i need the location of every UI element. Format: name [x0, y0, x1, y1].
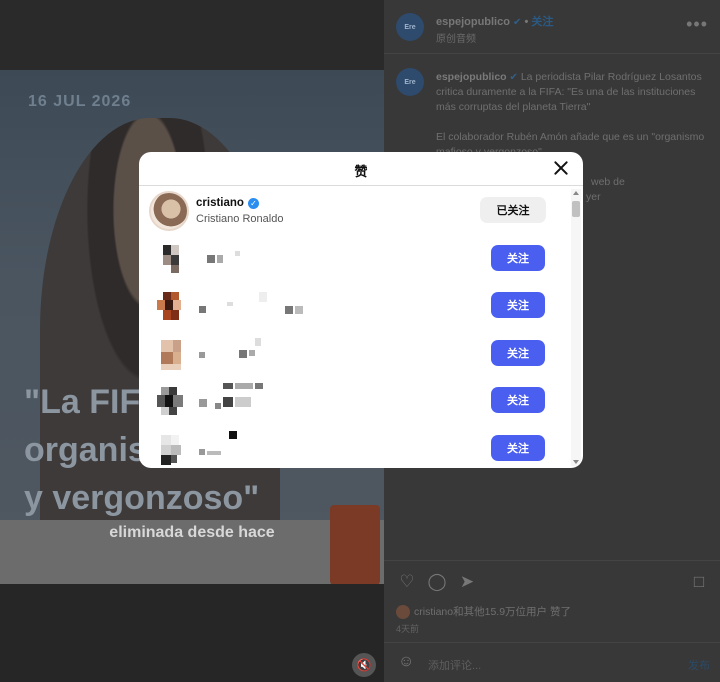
- media-top-area: [0, 0, 384, 70]
- likers-list[interactable]: cristiano ✓ Cristiano Ronaldo 已关注 关注 关注 …: [139, 187, 571, 468]
- following-button[interactable]: 已关注: [480, 197, 546, 223]
- likes-summary[interactable]: cristiano和其他15.9万位用户 赞了: [396, 604, 571, 619]
- post-actions: ♡ ◯ ➤ □: [384, 560, 720, 600]
- likes-dialog: 赞 cristiano ✓ Cristiano Ronaldo 已关注 关注 关…: [139, 152, 583, 468]
- follow-button[interactable]: 关注: [491, 292, 545, 319]
- heart-icon[interactable]: ♡: [396, 571, 418, 593]
- scroll-up-icon[interactable]: [573, 191, 579, 195]
- audio-label[interactable]: 原创音频: [436, 30, 476, 45]
- list-item[interactable]: 关注: [139, 377, 571, 425]
- avatar[interactable]: [149, 238, 189, 279]
- post-header: Ere espejopublico ✔ • 关注 原创音频 •••: [384, 0, 720, 54]
- avatar[interactable]: [149, 381, 189, 422]
- video-date-overlay: 16 JUL 2026: [28, 93, 132, 110]
- video-cup: [330, 505, 380, 585]
- more-options-icon[interactable]: •••: [686, 14, 708, 35]
- avatar[interactable]: [149, 333, 189, 374]
- verified-icon: ✓: [247, 197, 259, 209]
- verified-icon: ✔: [509, 72, 518, 83]
- follow-button[interactable]: 关注: [491, 387, 545, 414]
- follow-button[interactable]: 关注: [491, 434, 545, 461]
- list-item[interactable]: 关注: [139, 330, 571, 378]
- liker-avatar: [396, 604, 410, 619]
- follow-link[interactable]: 关注: [531, 16, 553, 28]
- post-time: 4天前: [396, 624, 420, 634]
- list-item[interactable]: 关注: [139, 235, 571, 283]
- avatar[interactable]: [149, 286, 189, 327]
- media-bottom-area: [0, 584, 384, 682]
- caption-author-avatar[interactable]: Ere: [396, 68, 424, 96]
- verified-icon: ✔: [513, 17, 522, 28]
- caption-author[interactable]: espejopublico: [436, 71, 507, 83]
- dialog-title: 赞: [354, 164, 368, 179]
- scrollbar[interactable]: [571, 189, 581, 466]
- video-caption-overlay: eliminada desde hace: [109, 524, 275, 541]
- list-item[interactable]: cristiano ✓ Cristiano Ronaldo 已关注: [139, 187, 571, 235]
- scroll-down-icon[interactable]: [573, 460, 579, 464]
- emoji-icon[interactable]: ☺: [398, 653, 414, 671]
- comment-bar: ☺ 添加评论... 发布: [384, 642, 720, 682]
- follow-button[interactable]: 关注: [491, 244, 545, 271]
- username[interactable]: cristiano ✓: [196, 197, 259, 209]
- avatar[interactable]: [149, 428, 189, 468]
- dialog-header: 赞: [139, 152, 583, 186]
- follow-button[interactable]: 关注: [491, 339, 545, 366]
- full-name: Cristiano Ronaldo: [196, 213, 284, 225]
- author-name[interactable]: espejopublico: [436, 16, 510, 28]
- bookmark-icon[interactable]: □: [688, 571, 710, 593]
- post-comment-button[interactable]: 发布: [688, 657, 710, 673]
- author-line: espejopublico ✔ • 关注: [436, 16, 554, 28]
- scroll-thumb[interactable]: [572, 201, 580, 217]
- close-icon[interactable]: [551, 158, 571, 178]
- comment-icon[interactable]: ◯: [426, 571, 448, 593]
- share-icon[interactable]: ➤: [456, 571, 478, 593]
- avatar[interactable]: [149, 191, 189, 231]
- likes-text[interactable]: cristiano和其他15.9万位用户 赞了: [414, 604, 571, 619]
- author-avatar[interactable]: Ere: [396, 13, 424, 41]
- mute-icon[interactable]: 🔇: [352, 653, 376, 677]
- list-item[interactable]: 关注: [139, 282, 571, 330]
- list-item[interactable]: 关注: [139, 425, 571, 468]
- comment-input[interactable]: 添加评论...: [428, 657, 481, 673]
